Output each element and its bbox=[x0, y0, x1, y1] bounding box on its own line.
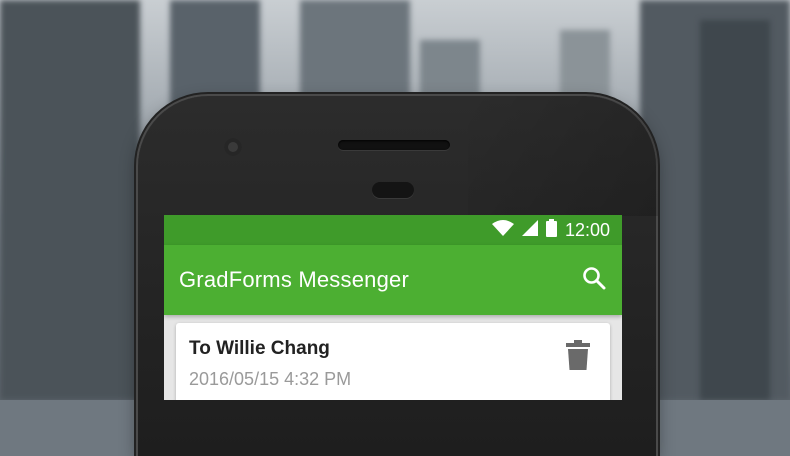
proximity-sensor bbox=[372, 182, 414, 198]
app-title: GradForms Messenger bbox=[179, 267, 409, 292]
battery-icon bbox=[545, 218, 557, 242]
message-list: To Willie Chang 2016/05/15 4:32 PM bbox=[164, 315, 622, 400]
trash-icon[interactable] bbox=[566, 340, 590, 375]
message-card[interactable]: To Willie Chang 2016/05/15 4:32 PM bbox=[176, 323, 610, 400]
phone-screen: 12:00 GradForms Messenger To Willie Chan… bbox=[164, 215, 622, 400]
wifi-icon bbox=[491, 219, 514, 241]
message-timestamp: 2016/05/15 4:32 PM bbox=[189, 369, 352, 389]
status-time: 12:00 bbox=[564, 219, 610, 240]
earpiece-speaker bbox=[338, 140, 450, 150]
screen-glare bbox=[468, 96, 658, 216]
message-recipient: To Willie Chang bbox=[189, 338, 330, 359]
front-camera bbox=[224, 138, 242, 156]
app-bar: GradForms Messenger bbox=[164, 245, 622, 315]
status-bar: 12:00 bbox=[164, 215, 622, 245]
signal-icon bbox=[521, 219, 538, 241]
search-icon[interactable] bbox=[582, 266, 606, 295]
